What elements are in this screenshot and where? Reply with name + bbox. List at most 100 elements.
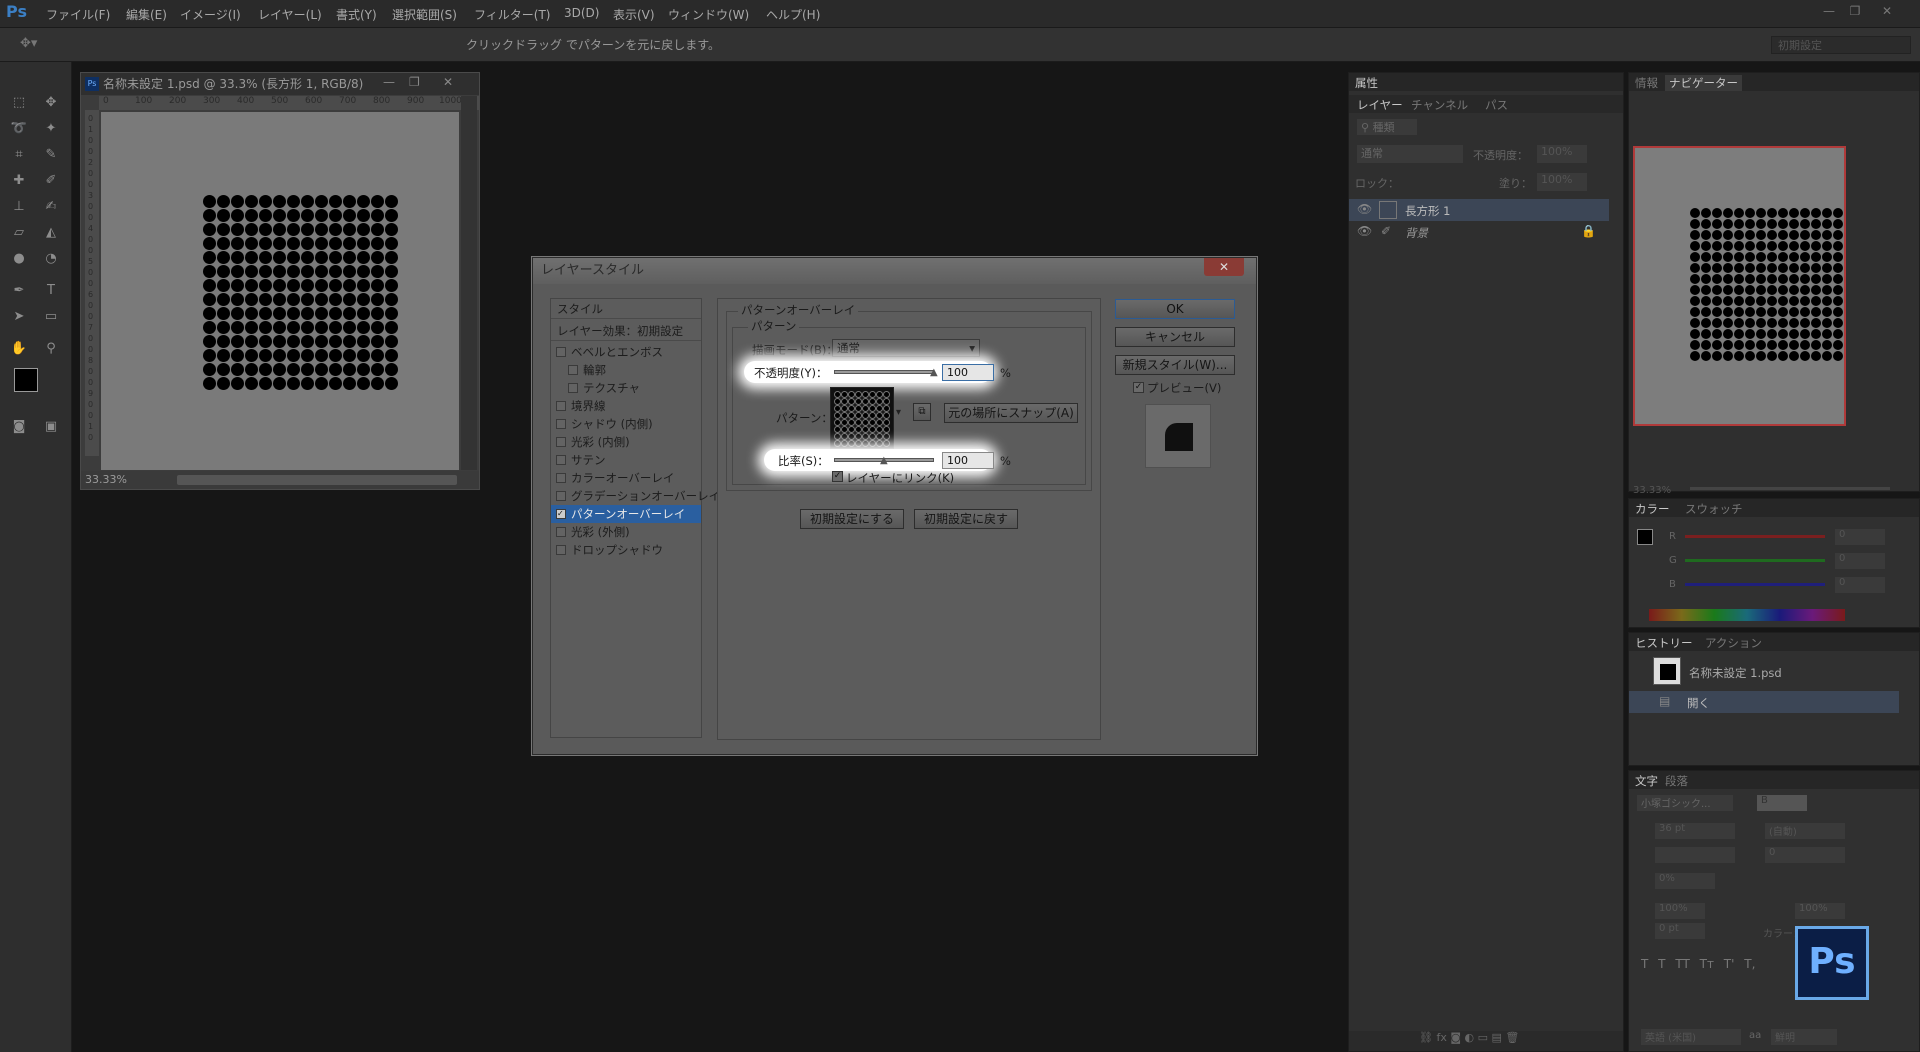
screen-mode-icon[interactable]: ▣ <box>40 416 62 438</box>
language-select[interactable]: 英語 (米国) <box>1641 1029 1741 1045</box>
hand-tool-icon[interactable]: ✋ <box>8 338 30 360</box>
quick-mask-icon[interactable]: ◙ <box>8 416 30 438</box>
tab-layers[interactable]: レイヤー <box>1357 97 1403 113</box>
styles-header[interactable]: スタイル <box>551 299 701 319</box>
tab-navigator[interactable]: ナビゲーター <box>1665 75 1742 91</box>
pattern-dropdown-icon[interactable]: ▾ <box>896 407 901 418</box>
style-all-caps[interactable]: TT <box>1675 957 1689 971</box>
dodge-tool-icon[interactable]: ◔ <box>40 248 62 270</box>
bucket-tool-icon[interactable]: ◭ <box>40 222 62 244</box>
foreground-color-swatch[interactable] <box>14 368 38 392</box>
stamp-tool-icon[interactable]: ⊥ <box>8 196 30 218</box>
channel-b-slider[interactable] <box>1685 583 1825 586</box>
layer-name[interactable]: 長方形 1 <box>1405 203 1450 219</box>
style-checkbox[interactable] <box>556 419 566 429</box>
type-tool-icon[interactable]: T <box>40 280 62 302</box>
menu-view[interactable]: 表示(V) <box>613 6 655 23</box>
healing-brush-icon[interactable]: ✚ <box>8 170 30 192</box>
vertical-scale-input[interactable]: 100% <box>1655 903 1705 919</box>
tab-paragraph[interactable]: 段落 <box>1665 773 1688 789</box>
style-item[interactable]: シャドウ (内側) <box>551 415 701 433</box>
style-subscript[interactable]: T, <box>1744 957 1755 971</box>
color-spectrum[interactable] <box>1649 609 1845 621</box>
tab-properties[interactable]: 属性 <box>1355 75 1378 91</box>
opacity-slider[interactable] <box>834 370 934 374</box>
style-item[interactable]: 光彩 (外側) <box>551 523 701 541</box>
type-style-buttons[interactable]: T T TT Tт T' T, <box>1641 957 1755 971</box>
menu-layer[interactable]: レイヤー(L) <box>258 6 322 23</box>
navigator-thumbnail[interactable] <box>1633 146 1846 426</box>
font-style-select[interactable]: B <box>1757 795 1807 811</box>
tab-actions[interactable]: アクション <box>1705 635 1762 651</box>
layer-row-rectangle[interactable]: 👁 長方形 1 <box>1349 199 1609 221</box>
menu-window[interactable]: ウィンドウ(W) <box>668 6 749 23</box>
style-faux-bold[interactable]: T <box>1641 957 1648 971</box>
doc-close-icon[interactable]: ✕ <box>443 75 453 89</box>
style-item[interactable]: ベベルとエンボス <box>551 343 701 361</box>
restore-icon[interactable]: ❐ <box>1846 4 1864 20</box>
pattern-picker[interactable] <box>830 387 894 449</box>
menu-image[interactable]: イメージ(I) <box>180 6 241 23</box>
tab-swatches[interactable]: スウォッチ <box>1685 501 1743 517</box>
tab-paths[interactable]: パス <box>1485 97 1508 113</box>
style-item[interactable]: カラーオーバーレイ <box>551 469 701 487</box>
layer-blend-select[interactable]: 通常 <box>1357 145 1463 163</box>
new-style-button[interactable]: 新規スタイル(W)... <box>1115 355 1235 375</box>
menu-filter[interactable]: フィルター(T) <box>474 6 550 23</box>
canvas[interactable] <box>101 112 459 470</box>
link-checkbox[interactable]: ✓ <box>832 471 843 482</box>
style-item[interactable]: ドロップシャドウ <box>551 541 701 559</box>
menu-select[interactable]: 選択範囲(S) <box>392 6 457 23</box>
layer-filter-select[interactable]: ⚲ 種類 <box>1357 119 1417 135</box>
close-icon[interactable]: ✕ <box>1878 4 1896 20</box>
navigator-zoom[interactable]: 33.33% <box>1633 485 1671 496</box>
tracking-input[interactable]: 0 <box>1765 847 1845 863</box>
reset-default-button[interactable]: 初期設定に戻す <box>914 509 1018 529</box>
style-item[interactable]: 境界線 <box>551 397 701 415</box>
eyedropper-icon[interactable]: ✎ <box>40 144 62 166</box>
eye-icon[interactable]: 👁 <box>1357 202 1372 216</box>
make-default-button[interactable]: 初期設定にする <box>800 509 904 529</box>
style-checkbox[interactable] <box>568 383 578 393</box>
channel-b-input[interactable]: 0 <box>1835 577 1885 593</box>
menu-type[interactable]: 書式(Y) <box>336 6 377 23</box>
navigator-zoom-slider[interactable] <box>1690 487 1890 490</box>
opacity-input[interactable]: 100 <box>942 364 994 381</box>
menu-edit[interactable]: 編集(E) <box>126 6 167 23</box>
lasso-tool-icon[interactable]: ➰ <box>8 118 30 140</box>
tab-history[interactable]: ヒストリー <box>1635 635 1693 651</box>
style-checkbox[interactable] <box>556 437 566 447</box>
doc-scrollbar-horizontal[interactable] <box>177 475 457 485</box>
blur-tool-icon[interactable]: ● <box>8 248 30 270</box>
menu-3d[interactable]: 3D(D) <box>564 6 599 20</box>
effects-header[interactable]: レイヤー効果：初期設定 <box>551 321 701 341</box>
menu-file[interactable]: ファイル(F) <box>46 6 110 23</box>
tab-info[interactable]: 情報 <box>1635 75 1658 91</box>
new-preset-icon[interactable]: ⧉ <box>913 403 931 421</box>
baseline-input[interactable]: 0 pt <box>1655 923 1705 939</box>
channel-r-slider[interactable] <box>1685 535 1825 538</box>
path-select-icon[interactable]: ➤ <box>8 306 30 328</box>
doc-scrollbar-vertical[interactable] <box>461 96 477 470</box>
ok-button[interactable]: OK <box>1115 299 1235 319</box>
opacity-slider-thumb[interactable]: ▲ <box>930 367 938 378</box>
history-brush-icon[interactable]: ✍ <box>40 196 62 218</box>
snapshot-thumbnail[interactable] <box>1653 657 1681 685</box>
move-tool-preset-icon[interactable]: ✥▾ <box>20 36 37 51</box>
channel-g-input[interactable]: 0 <box>1835 553 1885 569</box>
eraser-tool-icon[interactable]: ▱ <box>8 222 30 244</box>
zoom-tool-icon[interactable]: ⚲ <box>40 338 62 360</box>
eye-icon[interactable]: 👁 <box>1357 224 1372 238</box>
channel-r-input[interactable]: 0 <box>1835 529 1885 545</box>
style-faux-italic[interactable]: T <box>1658 957 1665 971</box>
preview-checkbox[interactable]: ✓ <box>1133 382 1144 393</box>
brush-tool-icon[interactable]: ✐ <box>40 170 62 192</box>
style-checkbox[interactable] <box>568 365 578 375</box>
leading-input[interactable]: (自動) <box>1765 823 1845 839</box>
style-checkbox[interactable] <box>556 473 566 483</box>
pen-tool-icon[interactable]: ✒ <box>8 280 30 302</box>
doc-minimize-icon[interactable]: — <box>383 75 395 89</box>
tab-character[interactable]: 文字 <box>1635 773 1658 789</box>
history-item[interactable]: ▤ 開く <box>1629 691 1899 713</box>
style-item[interactable]: テクスチャ <box>551 379 701 397</box>
